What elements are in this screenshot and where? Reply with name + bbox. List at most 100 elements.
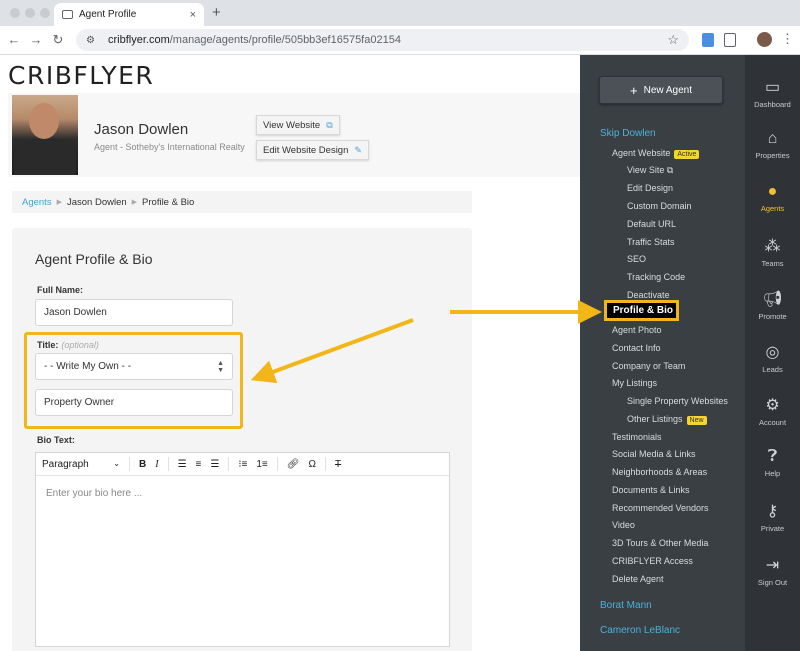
nav-promote[interactable]: 📢︎ Promote [745, 289, 800, 321]
bold-icon[interactable]: B [139, 459, 146, 470]
nav-private[interactable]: ⚷ Private [745, 501, 800, 533]
breadcrumb-separator-icon: ▶ [131, 199, 138, 206]
address-bar[interactable]: ⚙ cribflyer.com/manage/agents/profile/50… [76, 29, 689, 51]
nav-leads[interactable]: ◎ Leads [745, 342, 800, 374]
edit-website-design-button[interactable]: Edit Website Design ✎ [256, 140, 369, 160]
sidebar-video[interactable]: Video [612, 520, 635, 530]
align-center-icon[interactable]: ≡ [196, 459, 202, 470]
sidebar-agent-borat[interactable]: Borat Mann [600, 600, 652, 611]
nav-teams[interactable]: ⁂ Teams [745, 236, 800, 268]
window-zoom-button[interactable] [40, 8, 50, 18]
nav-promote-label: Promote [758, 312, 787, 321]
back-arrow-icon[interactable]: ← [6, 32, 22, 47]
profile-avatar-icon[interactable] [757, 32, 772, 47]
breadcrumb-agents[interactable]: Agents [22, 197, 52, 208]
plus-icon: + [630, 82, 638, 98]
url-text[interactable]: cribflyer.com/manage/agents/profile/505b… [108, 34, 667, 46]
sidebar-agent-skip[interactable]: Skip Dowlen [600, 128, 656, 139]
sidebar-tracking-code[interactable]: Tracking Code [627, 272, 685, 282]
nav-account-label: Account [758, 418, 787, 427]
align-left-icon[interactable]: ☰ [178, 459, 187, 470]
clear-format-icon[interactable]: T [335, 459, 341, 470]
help-icon: ❓︎ [767, 448, 778, 465]
sidebar-agent-cameron[interactable]: Cameron LeBlanc [600, 625, 680, 636]
sidebar-documents[interactable]: Documents & Links [612, 485, 690, 495]
site-settings-icon[interactable]: ⚙ [86, 35, 100, 46]
full-name-input[interactable]: Jason Dowlen [35, 299, 233, 326]
nav-account[interactable]: ⚙ Account [745, 395, 800, 427]
sidebar-social-media[interactable]: Social Media & Links [612, 449, 696, 459]
link-icon[interactable]: 🔗︎ [287, 459, 300, 470]
breadcrumb-agent[interactable]: Jason Dowlen [67, 197, 127, 208]
external-link-icon: ⧉ [666, 165, 674, 175]
browser-menu-icon[interactable]: ⋮ [781, 31, 794, 47]
sign-out-icon: ⇥ [765, 557, 780, 574]
nav-private-label: Private [760, 524, 785, 533]
extensions-puzzle-icon[interactable] [724, 33, 736, 47]
bio-editor[interactable]: Paragraph ⌄ B I ☰ ≡ ☰ ⁝≡ 1≡ 🔗︎ Ω T Enter … [35, 452, 450, 647]
main-nav-rail: ▭ Dashboard ⌂ Properties ● Agents ⁂ Teams 📢︎… [745, 55, 800, 651]
numbered-list-icon[interactable]: 1≡ [256, 459, 267, 470]
sidebar-traffic-stats[interactable]: Traffic Stats [627, 237, 675, 247]
sidebar-single-property[interactable]: Single Property Websites [627, 396, 728, 406]
sidebar-company-team[interactable]: Company or Team [612, 361, 685, 371]
cribflyer-logo[interactable]: CRIBFLYER [8, 61, 154, 90]
new-agent-button[interactable]: + New Agent [599, 76, 723, 104]
sidebar-view-site[interactable]: View Site ⧉ [627, 165, 673, 176]
editor-toolbar: Paragraph ⌄ B I ☰ ≡ ☰ ⁝≡ 1≡ 🔗︎ Ω T [36, 453, 449, 476]
sidebar-contact-info[interactable]: Contact Info [612, 343, 661, 353]
home-icon: ⌂ [767, 130, 778, 147]
forward-arrow-icon[interactable]: → [28, 32, 44, 47]
nav-sign-out[interactable]: ⇥ Sign Out [745, 555, 800, 587]
sidebar-profile-bio[interactable]: Profile & Bio [604, 300, 679, 321]
extension-icon[interactable] [702, 33, 714, 47]
format-dropdown[interactable]: Paragraph ⌄ [42, 459, 120, 470]
bio-textarea[interactable]: Enter your bio here ... [36, 476, 449, 511]
sidebar-custom-domain[interactable]: Custom Domain [627, 201, 692, 211]
sidebar-deactivate[interactable]: Deactivate [627, 290, 670, 300]
sidebar-testimonials[interactable]: Testimonials [612, 432, 662, 442]
nav-dashboard[interactable]: ▭ Dashboard [745, 77, 800, 109]
special-char-icon[interactable]: Ω [308, 459, 315, 470]
bio-label: Bio Text: [37, 435, 75, 445]
profile-form-card: Agent Profile & Bio Full Name: Jason Dow… [12, 228, 472, 651]
nav-help-label: Help [764, 469, 781, 478]
title-highlight-box [24, 332, 243, 429]
align-right-icon[interactable]: ☰ [210, 459, 219, 470]
window-minimize-button[interactable] [25, 8, 35, 18]
sidebar-cribflyer-access[interactable]: CRIBFLYER Access [612, 556, 693, 566]
bookmark-star-icon[interactable]: ☆ [667, 32, 679, 48]
sidebar-neighborhoods[interactable]: Neighborhoods & Areas [612, 467, 707, 477]
sidebar-agent-website[interactable]: Agent Website Active [612, 148, 700, 159]
italic-icon[interactable]: I [155, 459, 158, 470]
url-path: /manage/agents/profile/505bb3ef16575fa02… [169, 34, 401, 46]
nav-help[interactable]: ❓︎ Help [745, 448, 800, 478]
window-close-button[interactable] [10, 8, 20, 18]
sidebar-other-listings[interactable]: Other Listings New [627, 414, 707, 425]
new-tab-button[interactable]: + [212, 4, 221, 21]
browser-tab[interactable]: Agent Profile × [54, 3, 204, 26]
sidebar-vendors[interactable]: Recommended Vendors [612, 503, 709, 513]
view-website-button[interactable]: View Website ⧉ [256, 115, 340, 135]
target-icon: ◎ [765, 344, 780, 361]
sidebar-3d-tours[interactable]: 3D Tours & Other Media [612, 538, 708, 548]
agent-sidebar: + New Agent Skip Dowlen Agent Website Acti… [580, 55, 745, 651]
agent-subtitle: Agent - Sotheby's International Realty [94, 142, 245, 152]
address-row: ← → ↻ ⚙ cribflyer.com/manage/agents/prof… [0, 26, 800, 55]
sidebar-agent-photo[interactable]: Agent Photo [612, 325, 662, 335]
sidebar-seo[interactable]: SEO [627, 254, 646, 264]
reload-icon[interactable]: ↻ [50, 32, 66, 48]
sidebar-my-listings[interactable]: My Listings [612, 378, 657, 388]
gear-icon: ⚙ [765, 397, 780, 414]
nav-sign-out-label: Sign Out [757, 578, 788, 587]
nav-properties[interactable]: ⌂ Properties [745, 130, 800, 160]
sidebar-default-url[interactable]: Default URL [627, 219, 676, 229]
bullet-list-icon[interactable]: ⁝≡ [238, 459, 247, 470]
tab-close-icon[interactable]: × [190, 9, 196, 21]
chevron-down-icon: ⌄ [113, 458, 120, 468]
breadcrumb-current: Profile & Bio [142, 196, 195, 208]
sidebar-edit-design[interactable]: Edit Design [627, 183, 673, 193]
agent-website-label: Agent Website [612, 148, 671, 158]
nav-agents[interactable]: ● Agents [745, 183, 800, 213]
sidebar-delete-agent[interactable]: Delete Agent [612, 574, 664, 584]
